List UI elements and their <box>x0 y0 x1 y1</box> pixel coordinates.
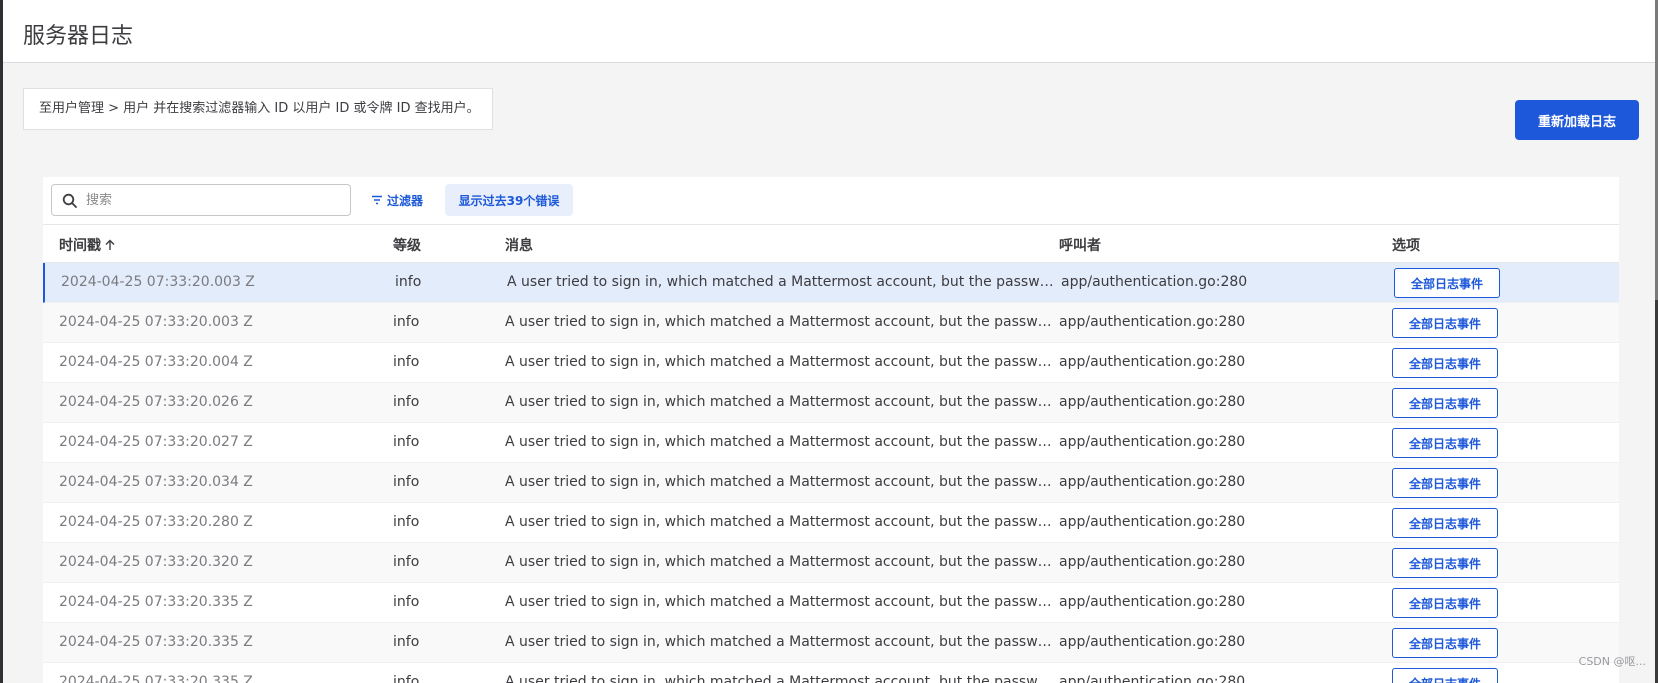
search-icon <box>62 193 77 208</box>
row-level: info <box>393 634 420 650</box>
page-title: 服务器日志 <box>23 24 134 49</box>
full-log-event-button[interactable]: 全部日志事件 <box>1392 468 1498 498</box>
row-timestamp: 2024-04-25 07:33:20.335 Z <box>59 634 253 650</box>
log-rows: 2024-04-25 07:33:20.003 Z info A user trie… <box>43 263 1619 683</box>
table-row[interactable]: 2024-04-25 07:33:20.003 Z info A user trie… <box>43 303 1619 343</box>
row-caller: app/authentication.go:280 <box>1059 514 1246 530</box>
reload-logs-button[interactable]: 重新加载日志 <box>1515 100 1639 140</box>
row-timestamp: 2024-04-25 07:33:20.320 Z <box>59 554 253 570</box>
column-timestamp[interactable]: 时间戳 <box>59 235 116 255</box>
row-level: info <box>393 474 420 490</box>
full-log-event-button[interactable]: 全部日志事件 <box>1392 348 1498 378</box>
row-level: info <box>393 434 420 450</box>
row-caller: app/authentication.go:280 <box>1059 474 1246 490</box>
row-message: A user tried to sign in, which matched a… <box>505 554 1055 570</box>
row-caller: app/authentication.go:280 <box>1061 274 1248 290</box>
search-input[interactable] <box>86 189 341 211</box>
table-row[interactable]: 2024-04-25 07:33:20.026 Z info A user trie… <box>43 383 1619 423</box>
row-message: A user tried to sign in, which matched a… <box>505 634 1055 650</box>
row-level: info <box>393 354 420 370</box>
row-timestamp: 2024-04-25 07:33:20.003 Z <box>59 314 253 330</box>
row-level: info <box>393 674 420 683</box>
row-message: A user tried to sign in, which matched a… <box>505 394 1055 410</box>
row-level: info <box>395 274 422 290</box>
column-caller: 呼叫者 <box>1059 238 1101 254</box>
table-row[interactable]: 2024-04-25 07:33:20.335 Z info A user trie… <box>43 623 1619 663</box>
row-level: info <box>393 314 420 330</box>
row-message: A user tried to sign in, which matched a… <box>505 674 1055 683</box>
table-row[interactable]: 2024-04-25 07:33:20.335 Z info A user trie… <box>43 663 1619 683</box>
row-level: info <box>393 394 420 410</box>
watermark: CSDN @呕... <box>1578 655 1646 668</box>
full-log-event-button[interactable]: 全部日志事件 <box>1392 588 1498 618</box>
info-banner: 至用户管理 > 用户 并在搜索过滤器输入 ID 以用户 ID 或令牌 ID 查找… <box>23 88 493 130</box>
row-timestamp: 2024-04-25 07:33:20.026 Z <box>59 394 253 410</box>
table-row[interactable]: 2024-04-25 07:33:20.004 Z info A user trie… <box>43 343 1619 383</box>
row-level: info <box>393 594 420 610</box>
row-message: A user tried to sign in, which matched a… <box>507 274 1057 290</box>
filter-icon <box>372 195 382 205</box>
row-caller: app/authentication.go:280 <box>1059 594 1246 610</box>
table-row[interactable]: 2024-04-25 07:33:20.003 Z info A user trie… <box>43 263 1619 303</box>
table-row[interactable]: 2024-04-25 07:33:20.320 Z info A user trie… <box>43 543 1619 583</box>
row-message: A user tried to sign in, which matched a… <box>505 314 1055 330</box>
row-caller: app/authentication.go:280 <box>1059 634 1246 650</box>
full-log-event-button[interactable]: 全部日志事件 <box>1392 668 1498 683</box>
logs-toolbar: 过滤器 显示过去39个错误 <box>43 177 1619 225</box>
window-edge <box>0 0 3 683</box>
full-log-event-button[interactable]: 全部日志事件 <box>1392 548 1498 578</box>
page-header: 服务器日志 <box>3 0 1655 63</box>
row-caller: app/authentication.go:280 <box>1059 354 1246 370</box>
row-caller: app/authentication.go:280 <box>1059 314 1246 330</box>
row-level: info <box>393 514 420 530</box>
row-message: A user tried to sign in, which matched a… <box>505 594 1055 610</box>
full-log-event-button[interactable]: 全部日志事件 <box>1392 388 1498 418</box>
full-log-event-button[interactable]: 全部日志事件 <box>1392 628 1498 658</box>
full-log-event-button[interactable]: 全部日志事件 <box>1394 268 1500 298</box>
column-options: 选项 <box>1392 238 1420 254</box>
full-log-event-button[interactable]: 全部日志事件 <box>1392 508 1498 538</box>
logs-panel: 过滤器 显示过去39个错误 时间戳 等级 消息 呼叫者 选项 2024-04-2… <box>43 177 1619 683</box>
row-level: info <box>393 554 420 570</box>
row-message: A user tried to sign in, which matched a… <box>505 474 1055 490</box>
row-timestamp: 2024-04-25 07:33:20.335 Z <box>59 674 253 683</box>
full-log-event-button[interactable]: 全部日志事件 <box>1392 308 1498 338</box>
column-timestamp-label: 时间戳 <box>59 238 101 254</box>
row-caller: app/authentication.go:280 <box>1059 674 1246 683</box>
row-timestamp: 2024-04-25 07:33:20.003 Z <box>61 274 255 290</box>
row-timestamp: 2024-04-25 07:33:20.280 Z <box>59 514 253 530</box>
arrow-up-icon <box>105 239 115 250</box>
row-timestamp: 2024-04-25 07:33:20.027 Z <box>59 434 253 450</box>
row-timestamp: 2024-04-25 07:33:20.004 Z <box>59 354 253 370</box>
filter-button[interactable]: 过滤器 <box>371 187 423 213</box>
row-message: A user tried to sign in, which matched a… <box>505 514 1055 530</box>
row-timestamp: 2024-04-25 07:33:20.034 Z <box>59 474 253 490</box>
table-row[interactable]: 2024-04-25 07:33:20.034 Z info A user trie… <box>43 463 1619 503</box>
table-header: 时间戳 等级 消息 呼叫者 选项 <box>43 225 1619 263</box>
row-caller: app/authentication.go:280 <box>1059 554 1246 570</box>
table-row[interactable]: 2024-04-25 07:33:20.027 Z info A user trie… <box>43 423 1619 463</box>
table-row[interactable]: 2024-04-25 07:33:20.280 Z info A user trie… <box>43 503 1619 543</box>
search-box[interactable] <box>51 184 351 216</box>
show-errors-button[interactable]: 显示过去39个错误 <box>445 184 573 216</box>
row-caller: app/authentication.go:280 <box>1059 434 1246 450</box>
table-row[interactable]: 2024-04-25 07:33:20.335 Z info A user trie… <box>43 583 1619 623</box>
row-timestamp: 2024-04-25 07:33:20.335 Z <box>59 594 253 610</box>
row-message: A user tried to sign in, which matched a… <box>505 434 1055 450</box>
row-message: A user tried to sign in, which matched a… <box>505 354 1055 370</box>
column-level: 等级 <box>393 238 421 254</box>
filter-label: 过滤器 <box>387 193 424 208</box>
column-message: 消息 <box>505 238 533 254</box>
row-caller: app/authentication.go:280 <box>1059 394 1246 410</box>
full-log-event-button[interactable]: 全部日志事件 <box>1392 428 1498 458</box>
